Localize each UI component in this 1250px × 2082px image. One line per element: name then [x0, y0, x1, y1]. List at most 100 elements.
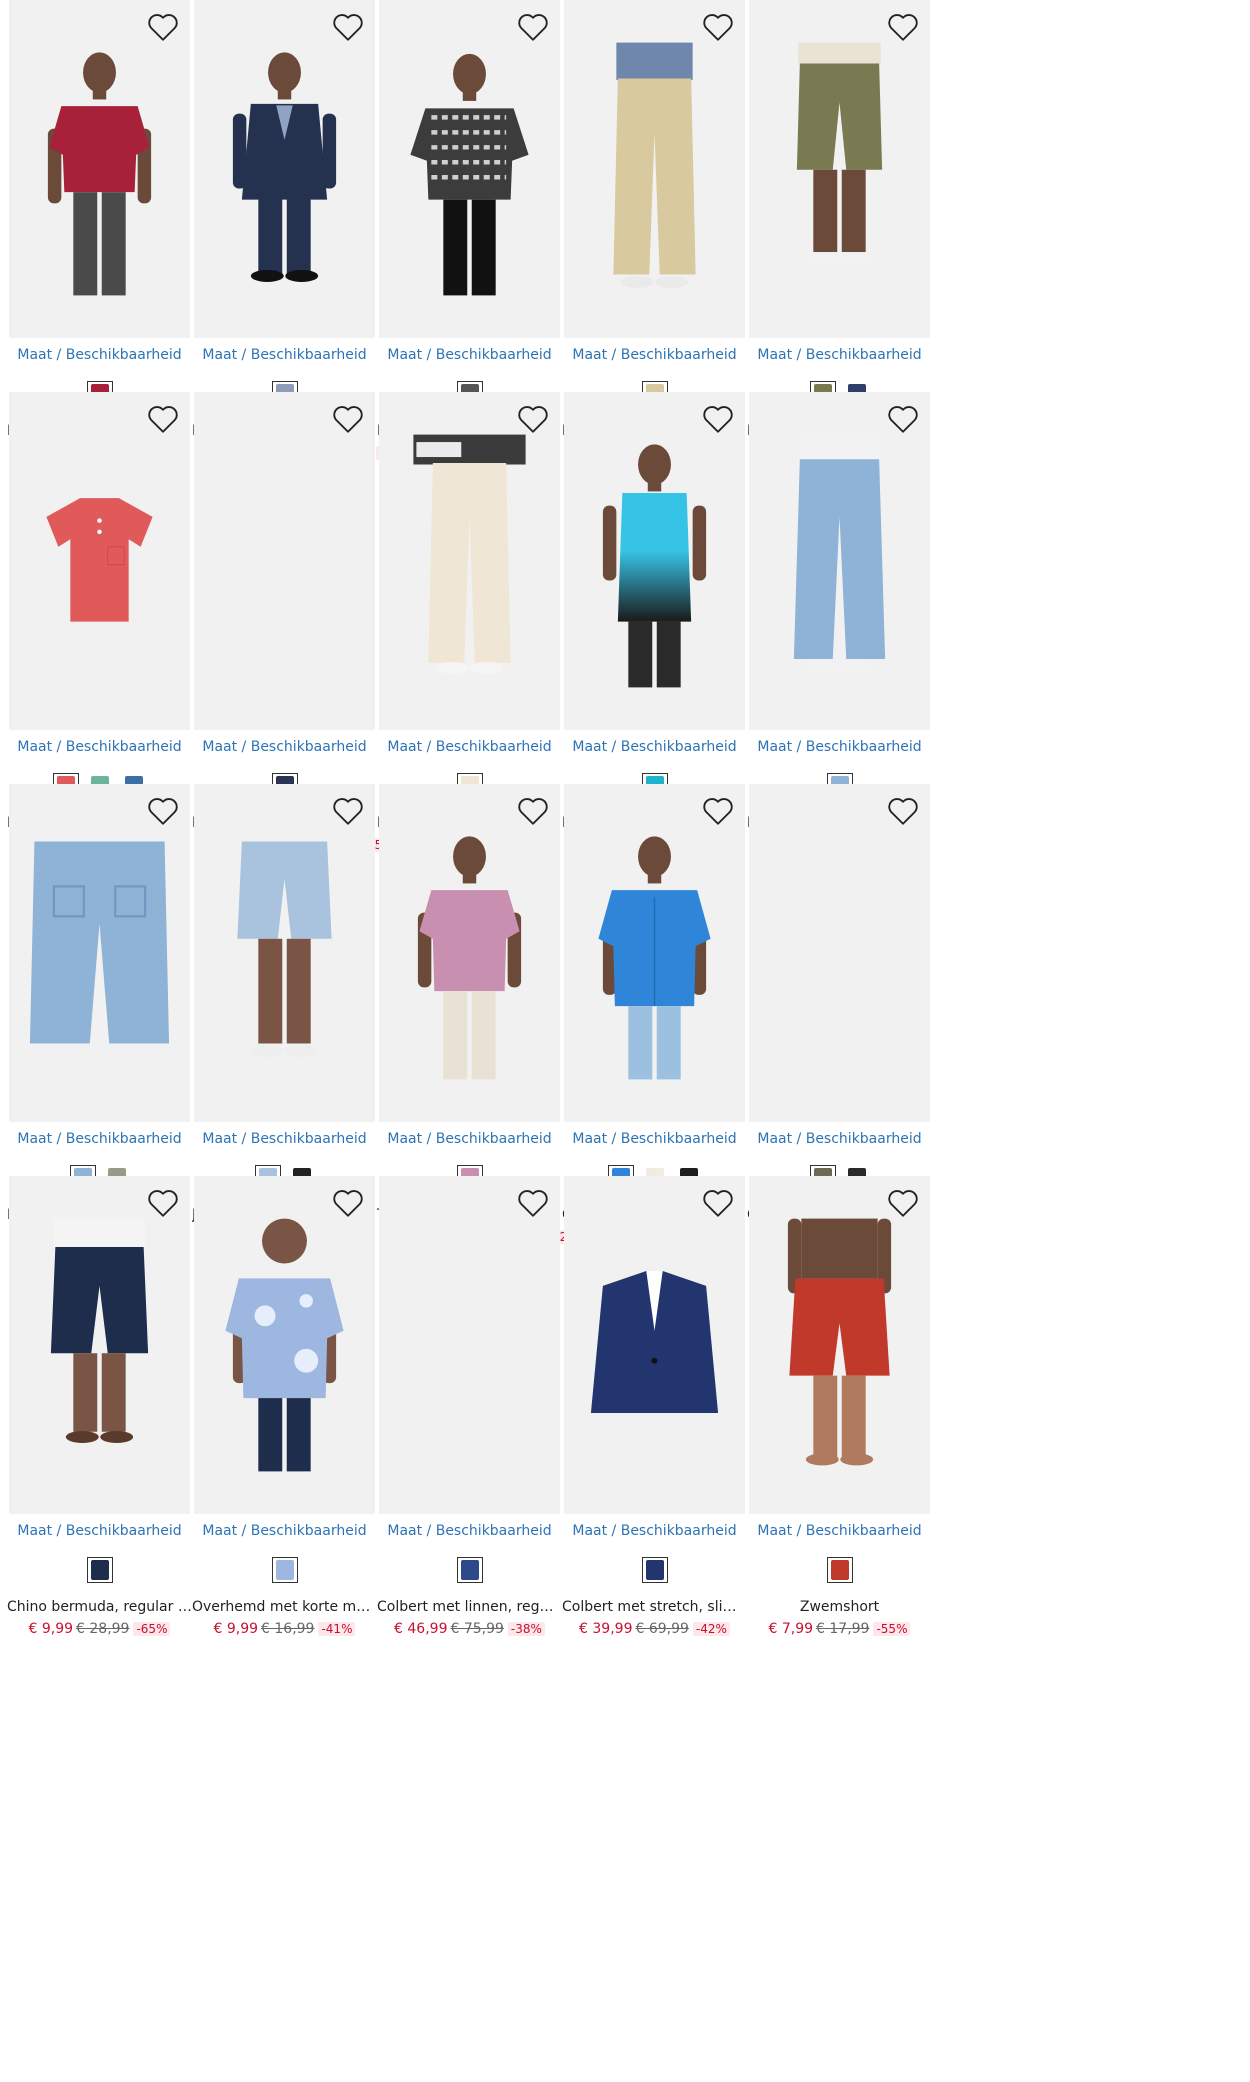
- wishlist-button[interactable]: [514, 400, 552, 438]
- size-availability-link[interactable]: Maat / Beschikbaarheid: [749, 739, 930, 755]
- wishlist-button[interactable]: [699, 1184, 737, 1222]
- heart-outline-icon: [518, 14, 548, 41]
- product-title[interactable]: Colbert met linnen, regular fit: [377, 1599, 562, 1615]
- size-availability-link[interactable]: Maat / Beschikbaarheid: [749, 1523, 930, 1539]
- original-price: € 16,99: [261, 1621, 315, 1637]
- heart-outline-icon: [333, 798, 363, 825]
- product-image[interactable]: [194, 784, 375, 1122]
- size-availability-link[interactable]: Maat / Beschikbaarheid: [564, 1523, 745, 1539]
- sale-price: € 9,99: [28, 1621, 74, 1637]
- size-availability-link[interactable]: Maat / Beschikbaarheid: [194, 347, 375, 363]
- heart-outline-icon: [333, 14, 363, 41]
- product-card[interactable]: Maat / Beschikbaarheid Colbert met linnen…: [377, 1176, 562, 1646]
- wishlist-button[interactable]: [144, 1184, 182, 1222]
- product-photo: [590, 1270, 719, 1414]
- color-swatch-chip: [830, 1560, 849, 1580]
- color-swatch[interactable]: [456, 1557, 483, 1583]
- size-availability-link[interactable]: Maat / Beschikbaarheid: [9, 1131, 190, 1147]
- heart-outline-icon: [888, 14, 918, 41]
- size-availability-link[interactable]: Maat / Beschikbaarheid: [379, 1131, 560, 1147]
- product-image[interactable]: [564, 784, 745, 1122]
- wishlist-button[interactable]: [884, 1184, 922, 1222]
- size-availability-link[interactable]: Maat / Beschikbaarheid: [379, 347, 560, 363]
- wishlist-button[interactable]: [329, 792, 367, 830]
- product-image[interactable]: [564, 0, 745, 338]
- product-card[interactable]: Maat / Beschikbaarheid Zwemshort € 7,99 € 1…: [749, 1176, 930, 1646]
- size-availability-link[interactable]: Maat / Beschikbaarheid: [564, 347, 745, 363]
- product-photo: [410, 53, 529, 296]
- heart-outline-icon: [148, 406, 178, 433]
- product-image[interactable]: [379, 1176, 560, 1514]
- product-image[interactable]: [749, 1176, 930, 1514]
- wishlist-button[interactable]: [884, 8, 922, 46]
- size-availability-link[interactable]: Maat / Beschikbaarheid: [194, 1523, 375, 1539]
- color-swatch[interactable]: [86, 1557, 113, 1583]
- product-image[interactable]: [9, 784, 190, 1122]
- sale-price: € 46,99: [394, 1621, 448, 1637]
- product-image[interactable]: [749, 392, 930, 730]
- product-image[interactable]: [194, 392, 375, 730]
- product-image[interactable]: [564, 1176, 745, 1514]
- product-photo: [379, 1176, 560, 1514]
- heart-outline-icon: [148, 14, 178, 41]
- size-availability-link[interactable]: Maat / Beschikbaarheid: [194, 1131, 375, 1147]
- product-image[interactable]: [194, 1176, 375, 1514]
- product-photo: [413, 434, 526, 674]
- wishlist-button[interactable]: [329, 400, 367, 438]
- color-swatch-chip: [460, 1560, 479, 1580]
- wishlist-button[interactable]: [884, 400, 922, 438]
- size-availability-link[interactable]: Maat / Beschikbaarheid: [749, 1131, 930, 1147]
- product-image[interactable]: [194, 0, 375, 338]
- product-title[interactable]: Colbert met stretch, slim fit: [562, 1599, 747, 1615]
- size-availability-link[interactable]: Maat / Beschikbaarheid: [9, 347, 190, 363]
- wishlist-button[interactable]: [144, 8, 182, 46]
- product-image[interactable]: [379, 0, 560, 338]
- product-photo: [29, 841, 170, 1044]
- product-card[interactable]: Maat / Beschikbaarheid Chino bermuda, reg…: [7, 1176, 192, 1646]
- size-availability-link[interactable]: Maat / Beschikbaarheid: [9, 1523, 190, 1539]
- discount-badge: -42%: [692, 1622, 730, 1636]
- product-grid: Maat / BeschikbaarheidHenley shirt van p…: [0, 0, 1250, 2082]
- product-card[interactable]: Maat / Beschikbaarheid Overhemd met korte…: [192, 1176, 377, 1646]
- wishlist-button[interactable]: [514, 792, 552, 830]
- color-swatch[interactable]: [641, 1557, 668, 1583]
- size-availability-link[interactable]: Maat / Beschikbaarheid: [564, 1131, 745, 1147]
- heart-outline-icon: [703, 798, 733, 825]
- product-image[interactable]: [749, 0, 930, 338]
- color-swatch[interactable]: [826, 1557, 853, 1583]
- product-image[interactable]: [9, 0, 190, 338]
- wishlist-button[interactable]: [514, 1184, 552, 1222]
- product-photo: [417, 836, 522, 1080]
- size-availability-link[interactable]: Maat / Beschikbaarheid: [749, 347, 930, 363]
- product-card[interactable]: Maat / Beschikbaarheid Colbert met stretc…: [562, 1176, 747, 1646]
- size-availability-link[interactable]: Maat / Beschikbaarheid: [379, 1523, 560, 1539]
- size-availability-link[interactable]: Maat / Beschikbaarheid: [9, 739, 190, 755]
- wishlist-button[interactable]: [514, 8, 552, 46]
- color-swatch[interactable]: [271, 1557, 298, 1583]
- product-image[interactable]: [9, 1176, 190, 1514]
- wishlist-button[interactable]: [699, 400, 737, 438]
- wishlist-button[interactable]: [884, 792, 922, 830]
- product-title[interactable]: Overhemd met korte mouwen van …: [192, 1599, 377, 1615]
- original-price: € 17,99: [816, 1621, 870, 1637]
- wishlist-button[interactable]: [699, 8, 737, 46]
- wishlist-button[interactable]: [699, 792, 737, 830]
- product-image[interactable]: [564, 392, 745, 730]
- original-price: € 28,99: [76, 1621, 130, 1637]
- size-availability-link[interactable]: Maat / Beschikbaarheid: [379, 739, 560, 755]
- product-image[interactable]: [9, 392, 190, 730]
- discount-badge: -41%: [318, 1622, 356, 1636]
- size-availability-link[interactable]: Maat / Beschikbaarheid: [194, 739, 375, 755]
- wishlist-button[interactable]: [329, 1184, 367, 1222]
- heart-outline-icon: [518, 1190, 548, 1217]
- product-image[interactable]: [379, 392, 560, 730]
- wishlist-button[interactable]: [329, 8, 367, 46]
- product-image[interactable]: [749, 784, 930, 1122]
- product-title[interactable]: Zwemshort: [747, 1599, 932, 1615]
- product-image[interactable]: [379, 784, 560, 1122]
- wishlist-button[interactable]: [144, 792, 182, 830]
- product-photo: [749, 784, 930, 1122]
- wishlist-button[interactable]: [144, 400, 182, 438]
- size-availability-link[interactable]: Maat / Beschikbaarheid: [564, 739, 745, 755]
- product-title[interactable]: Chino bermuda, regular fit: [7, 1599, 192, 1615]
